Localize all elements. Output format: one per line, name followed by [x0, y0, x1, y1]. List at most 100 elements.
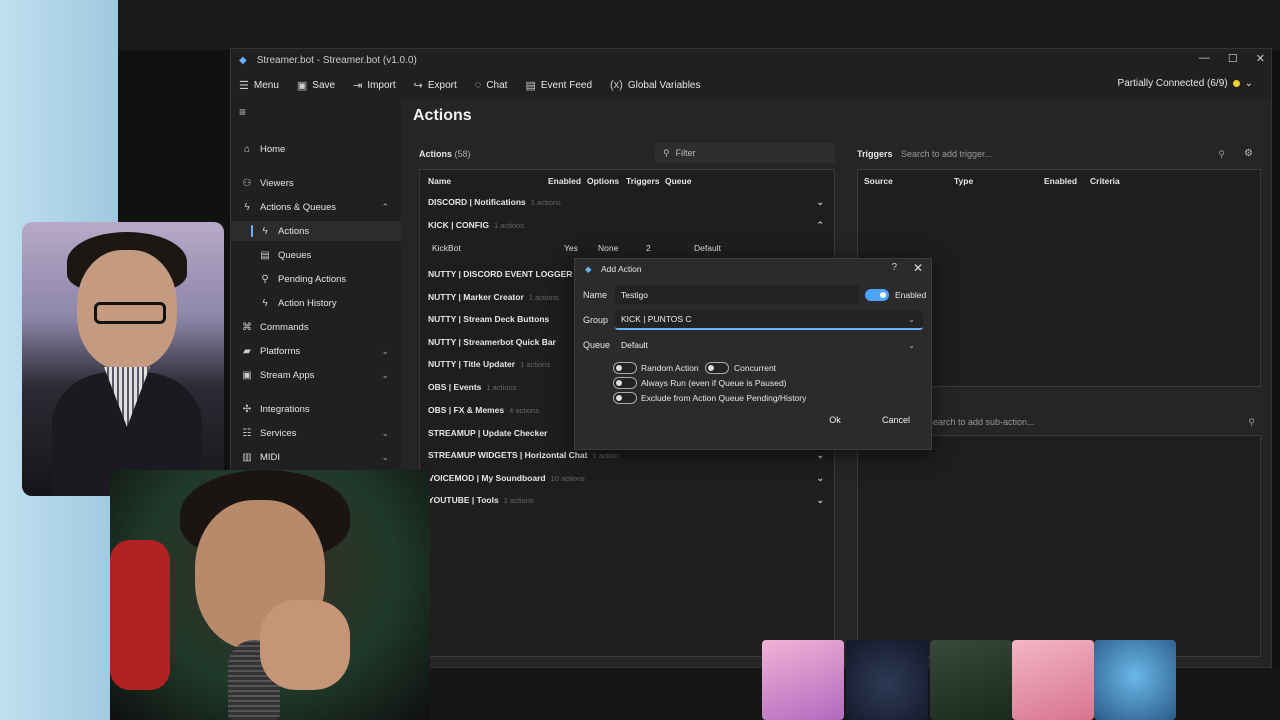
group-row[interactable]: DISCORD | Notifications 1 actions ⌄: [424, 192, 832, 212]
column-header-type[interactable]: Type: [954, 176, 973, 186]
triggers-panel-label: Triggers: [857, 149, 893, 159]
minimize-icon[interactable]: —: [1199, 52, 1210, 65]
queue-select[interactable]: Default ⌄: [615, 335, 923, 355]
name-label: Name: [583, 290, 608, 300]
chevron-down-icon: ⌄: [381, 451, 389, 462]
chevron-down-icon: ⌄: [816, 472, 824, 483]
queue-label: Queue: [583, 340, 611, 350]
history-icon: ϟ: [262, 297, 268, 309]
menu-icon: ☰: [239, 79, 249, 92]
integrations-icon: ✣: [242, 403, 252, 415]
chevron-down-icon: ⌄: [816, 494, 824, 505]
sticker-blue-creature: [1094, 640, 1176, 720]
event-feed-button[interactable]: ▤ Event Feed: [525, 79, 592, 92]
exclude-history-toggle[interactable]: [613, 392, 637, 404]
sidebar-item-services[interactable]: ☷ Services ⌄: [231, 423, 401, 443]
import-button[interactable]: ⇥ Import: [353, 79, 396, 92]
column-header-options[interactable]: Options: [587, 176, 619, 186]
export-icon: ↪: [413, 79, 423, 92]
sidebar-item-actions-queues[interactable]: ϟ Actions & Queues ⌃: [231, 197, 401, 217]
action-row[interactable]: KickBot Yes None 2 Default: [424, 238, 832, 258]
chevron-down-icon: ⌄: [381, 369, 389, 380]
random-action-toggle[interactable]: [613, 362, 637, 374]
sticker-anime-girl: [762, 640, 844, 720]
chevron-up-icon: ⌃: [381, 201, 389, 212]
column-header-triggers[interactable]: Triggers: [626, 176, 660, 186]
chevron-down-icon: ⌄: [908, 314, 915, 324]
search-icon: ⚲: [663, 147, 670, 158]
global-variables-button[interactable]: (x) Global Variables: [610, 79, 700, 91]
ok-button[interactable]: Ok: [808, 410, 862, 430]
page-title: Actions: [413, 107, 472, 124]
export-button[interactable]: ↪ Export: [414, 79, 457, 92]
import-icon: ⇥: [353, 79, 363, 92]
group-row[interactable]: YOUTUBE | Tools 1 actions ⌄: [424, 490, 832, 510]
always-run-toggle[interactable]: [613, 377, 637, 389]
save-icon: ▣: [296, 79, 308, 92]
gear-icon[interactable]: ⚙: [1244, 148, 1253, 159]
name-input[interactable]: Testigo: [615, 285, 859, 305]
platforms-icon: ▰: [243, 345, 251, 357]
maximize-icon[interactable]: ☐: [1228, 52, 1238, 65]
hamburger-icon[interactable]: ≡: [239, 105, 246, 119]
sidebar-item-actions[interactable]: ϟ Actions: [231, 221, 401, 241]
always-run-label: Always Run (even if Queue is Paused): [641, 378, 787, 388]
users-icon: ⚇: [242, 177, 252, 189]
column-header-criteria[interactable]: Criteria: [1090, 176, 1120, 186]
sidebar-item-commands[interactable]: ⌘ Commands: [231, 317, 401, 337]
bolt-icon: ϟ: [262, 225, 268, 237]
help-icon[interactable]: ?: [891, 262, 897, 273]
column-header-enabled[interactable]: Enabled: [1044, 176, 1077, 186]
window-controls: — ☐ ✕: [1199, 52, 1265, 65]
pending-icon: ⚲: [261, 273, 269, 285]
column-header-enabled[interactable]: Enabled: [548, 176, 581, 186]
sidebar-item-platforms[interactable]: ▰ Platforms ⌄: [231, 341, 401, 361]
chevron-up-icon: ⌃: [816, 219, 824, 230]
column-header-source[interactable]: Source: [864, 176, 893, 186]
app-logo-icon: ◆: [239, 54, 247, 66]
search-icon: ⚲: [1248, 416, 1255, 427]
group-combobox[interactable]: KICK | PUNTOS C ⌄: [615, 310, 923, 330]
sticker-cat: [846, 640, 928, 720]
webcam-chair: [110, 540, 170, 690]
sidebar-item-queues[interactable]: ▤ Queues: [231, 245, 401, 265]
sticker-luigi: [930, 640, 1012, 720]
sidebar-item-home[interactable]: ⌂ Home: [231, 139, 401, 159]
save-button[interactable]: ▣ Save: [297, 79, 335, 92]
variables-icon: (x): [610, 79, 623, 91]
menu-bar: ☰ Menu ▣ Save ⇥ Import ↪ Export ◌ Chat ▤ Event…: [231, 71, 1271, 99]
chat-button[interactable]: ◌ Chat: [475, 79, 508, 91]
status-dot-icon: [1232, 80, 1240, 87]
sidebar-item-stream-apps[interactable]: ▣ Stream Apps ⌄: [231, 365, 401, 385]
sidebar-item-action-history[interactable]: ϟ Action History: [231, 293, 401, 313]
chat-icon: ◌: [474, 79, 482, 91]
search-icon: ⚲: [1218, 148, 1225, 159]
chevron-down-icon: ⌄: [1244, 78, 1253, 89]
title-bar: ◆ Streamer.bot - Streamer.bot (v1.0.0): [231, 49, 1271, 71]
enabled-toggle[interactable]: [865, 289, 889, 301]
close-icon[interactable]: ✕: [913, 261, 923, 275]
group-row[interactable]: VOICEMOD | My Soundboard 10 actions ⌄: [424, 468, 832, 488]
sidebar-item-pending-actions[interactable]: ⚲ Pending Actions: [231, 269, 401, 289]
cancel-button[interactable]: Cancel: [869, 410, 923, 430]
window-title: Streamer.bot - Streamer.bot (v1.0.0): [256, 54, 417, 66]
chevron-down-icon: ⌄: [908, 340, 915, 350]
menu-button[interactable]: ☰ Menu: [239, 79, 279, 92]
group-row[interactable]: KICK | CONFIG 1 actions ⌃: [424, 215, 832, 235]
trigger-search-input[interactable]: Search to add trigger... ⚲: [901, 145, 1231, 163]
connection-status[interactable]: Partially Connected (6/9) ⌄: [1118, 78, 1253, 89]
filter-input[interactable]: ⚲ Filter: [655, 143, 835, 163]
chevron-down-icon: ⌄: [816, 449, 824, 460]
exclude-history-label: Exclude from Action Queue Pending/Histor…: [641, 393, 807, 403]
midi-icon: ▥: [242, 451, 252, 463]
concurrent-toggle[interactable]: [705, 362, 729, 374]
column-header-queue[interactable]: Queue: [665, 176, 691, 186]
sidebar-item-midi[interactable]: ▥ MIDI ⌄: [231, 447, 401, 467]
event-feed-icon: ▤: [525, 79, 536, 92]
sidebar-item-integrations[interactable]: ✣ Integrations: [231, 399, 401, 419]
close-icon[interactable]: ✕: [1256, 52, 1265, 65]
column-header-name[interactable]: Name: [428, 176, 451, 186]
sidebar-item-viewers[interactable]: ⚇ Viewers: [231, 173, 401, 193]
apps-icon: ▣: [242, 369, 252, 381]
webcam-hand: [260, 600, 350, 690]
